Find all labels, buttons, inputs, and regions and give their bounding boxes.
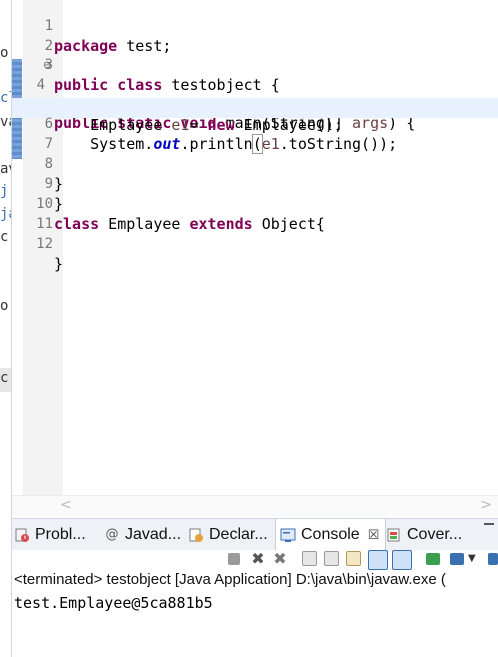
code-line[interactable]: 10 class Emplayee extends Object{ [12, 178, 498, 233]
view-tab-bar: Probl... @ Javad... Declar... Console ☒ … [12, 518, 498, 551]
tab-coverage[interactable]: Cover... [386, 519, 462, 551]
code-editor[interactable]: 1 package test; 2 3 public class testobj… [12, 0, 498, 517]
scroll-lock-icon[interactable] [324, 551, 339, 566]
tab-label: Console [301, 526, 360, 543]
declaration-icon [189, 528, 203, 542]
code-line[interactable]: 8 } [12, 138, 498, 193]
current-code-line[interactable]: 6 System.out.println(e1.toString()); [12, 98, 498, 154]
console-output[interactable]: <terminated> testobject [Java Applicatio… [12, 570, 498, 657]
word-wrap-icon[interactable] [346, 551, 361, 566]
remove-all-icon[interactable]: ✖ [272, 551, 288, 567]
code-line[interactable]: 7 [12, 118, 498, 152]
problems-icon [15, 528, 29, 542]
tab-label: Javad... [125, 526, 182, 543]
show-console-stderr-icon[interactable] [392, 550, 412, 570]
close-icon[interactable]: ☒ [368, 527, 380, 543]
explorer-fragment[interactable]: o [0, 298, 11, 314]
code-line[interactable]: 2 [12, 20, 498, 54]
horizontal-scrollbar[interactable]: < > [12, 495, 498, 516]
explorer-fragment[interactable]: cl [0, 90, 11, 106]
display-console-icon[interactable] [450, 553, 464, 565]
explorer-fragment[interactable]: c [0, 229, 11, 245]
scroll-left-icon[interactable]: < [60, 497, 72, 513]
pin-console-icon[interactable] [426, 553, 440, 565]
explorer-fragment[interactable]: ja [0, 206, 11, 222]
code-line[interactable]: 12 } [12, 218, 498, 273]
clear-console-icon[interactable] [302, 551, 317, 566]
console-toolbar: ✖ ✖ ▼ [12, 550, 498, 570]
explorer-fragment[interactable]: o [0, 45, 11, 61]
code-line[interactable]: 4 ⊖ public static void main(String[] arg… [12, 59, 498, 132]
scroll-right-icon[interactable]: > [480, 497, 492, 513]
tab-label: Cover... [407, 526, 463, 543]
code-text: } [54, 255, 64, 273]
code-line[interactable]: 11 [12, 198, 498, 232]
explorer-fragment[interactable]: c [0, 370, 11, 386]
tab-problems[interactable]: Probl... [14, 519, 86, 551]
code-line[interactable]: 1 package test; [12, 0, 498, 55]
package-explorer-strip: o cl va av j ja c o c [0, 0, 12, 657]
explorer-fragment[interactable]: va [0, 114, 11, 130]
console-icon [280, 528, 296, 542]
chevron-down-icon[interactable]: ▼ [468, 551, 484, 567]
remove-launch-icon[interactable]: ✖ [250, 551, 266, 567]
terminate-icon[interactable] [228, 553, 240, 565]
minimize-icon[interactable] [484, 523, 494, 525]
tab-console[interactable]: Console ☒ [275, 519, 387, 551]
tab-label: Declar... [209, 526, 268, 543]
code-line[interactable]: 5 Emplayee e1= new Emplayee(); [12, 79, 498, 134]
show-console-stdout-icon[interactable] [368, 550, 388, 570]
fold-collapse-icon[interactable]: ⊖ [43, 60, 51, 71]
open-console-icon[interactable] [488, 553, 498, 565]
explorer-fragment[interactable]: j [0, 183, 11, 199]
javadoc-icon: @ [105, 527, 119, 542]
explorer-fragment[interactable]: av [0, 161, 11, 177]
coverage-icon [387, 528, 400, 542]
console-text: test.Emplayee@5ca881b5 [14, 594, 213, 612]
line-number: 12 [36, 236, 53, 252]
code-line[interactable]: 3 public class testobject { [12, 39, 498, 94]
code-line[interactable]: 9 } [12, 158, 498, 213]
console-status: <terminated> testobject [Java Applicatio… [14, 571, 446, 588]
tab-javadoc[interactable]: @ Javad... [104, 519, 182, 551]
tab-label: Probl... [35, 526, 86, 543]
tab-declaration[interactable]: Declar... [188, 519, 268, 551]
